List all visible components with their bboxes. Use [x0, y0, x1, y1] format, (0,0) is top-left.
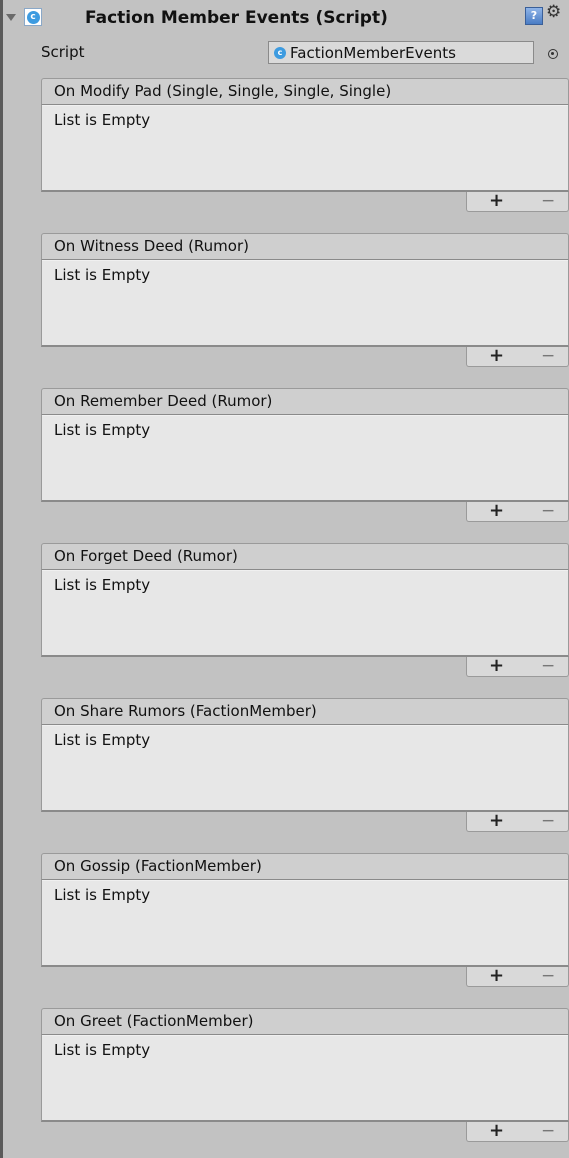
event-box: On Forget Deed (Rumor) List is Empty + −	[41, 543, 569, 677]
event-box: On Share Rumors (FactionMember) List is E…	[41, 698, 569, 832]
script-label: Script	[41, 43, 85, 61]
event-box: On Modify Pad (Single, Single, Single, S…	[41, 78, 569, 212]
script-icon: c	[273, 46, 287, 60]
add-button[interactable]: +	[489, 190, 504, 211]
event-title: On Forget Deed (Rumor)	[41, 543, 569, 570]
gear-icon[interactable]: ⚙	[546, 2, 561, 22]
event-list-body: List is Empty	[41, 570, 569, 657]
event-list-footer: + −	[466, 810, 569, 832]
list-empty-label: List is Empty	[54, 886, 151, 904]
add-button[interactable]: +	[489, 655, 504, 676]
remove-button[interactable]: −	[541, 191, 555, 211]
event-list-footer: + −	[466, 190, 569, 212]
list-empty-label: List is Empty	[54, 266, 151, 284]
event-list-body: List is Empty	[41, 415, 569, 502]
remove-button[interactable]: −	[541, 346, 555, 366]
help-icon[interactable]: ?	[525, 7, 543, 25]
remove-button[interactable]: −	[541, 501, 555, 521]
component-header[interactable]: c Faction Member Events (Script) ? ⚙	[3, 0, 569, 40]
add-button[interactable]: +	[489, 1120, 504, 1141]
event-title: On Gossip (FactionMember)	[41, 853, 569, 880]
event-box: On Remember Deed (Rumor) List is Empty + −	[41, 388, 569, 522]
event-title: On Remember Deed (Rumor)	[41, 388, 569, 415]
remove-button[interactable]: −	[541, 811, 555, 831]
remove-button[interactable]: −	[541, 656, 555, 676]
event-box: On Gossip (FactionMember) List is Empty + −	[41, 853, 569, 987]
event-title: On Share Rumors (FactionMember)	[41, 698, 569, 725]
script-object-field[interactable]: c FactionMemberEvents	[268, 41, 534, 64]
list-empty-label: List is Empty	[54, 576, 151, 594]
inspector-panel: c Faction Member Events (Script) ? ⚙ Scr…	[0, 0, 569, 1158]
script-value: FactionMemberEvents	[290, 43, 456, 62]
event-list-footer: + −	[466, 655, 569, 677]
list-empty-label: List is Empty	[54, 731, 151, 749]
component-title: Faction Member Events (Script)	[85, 8, 388, 28]
event-box: On Greet (FactionMember) List is Empty + −	[41, 1008, 569, 1142]
event-list-footer: + −	[466, 965, 569, 987]
event-list-footer: + −	[466, 345, 569, 367]
event-list-body: List is Empty	[41, 1035, 569, 1122]
event-list-body: List is Empty	[41, 260, 569, 347]
add-button[interactable]: +	[489, 500, 504, 521]
event-list-footer: + −	[466, 500, 569, 522]
add-button[interactable]: +	[489, 345, 504, 366]
event-list-body: List is Empty	[41, 880, 569, 967]
event-title: On Modify Pad (Single, Single, Single, S…	[41, 78, 569, 105]
list-empty-label: List is Empty	[54, 111, 151, 129]
event-list-body: List is Empty	[41, 725, 569, 812]
add-button[interactable]: +	[489, 810, 504, 831]
script-icon: c	[24, 8, 42, 26]
list-empty-label: List is Empty	[54, 421, 151, 439]
event-box: On Witness Deed (Rumor) List is Empty + −	[41, 233, 569, 367]
foldout-arrow-icon[interactable]	[6, 14, 16, 21]
remove-button[interactable]: −	[541, 966, 555, 986]
add-button[interactable]: +	[489, 965, 504, 986]
object-picker-icon[interactable]	[548, 49, 558, 59]
event-title: On Greet (FactionMember)	[41, 1008, 569, 1035]
remove-button[interactable]: −	[541, 1121, 555, 1141]
event-title: On Witness Deed (Rumor)	[41, 233, 569, 260]
event-list-footer: + −	[466, 1120, 569, 1142]
event-list-body: List is Empty	[41, 105, 569, 192]
list-empty-label: List is Empty	[54, 1041, 151, 1059]
